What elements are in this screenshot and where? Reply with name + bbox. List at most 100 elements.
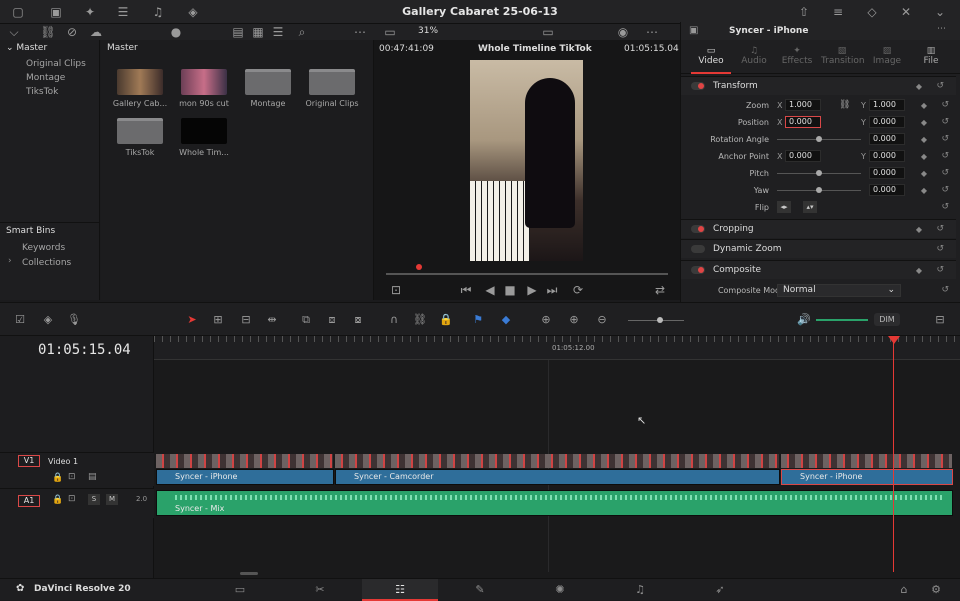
anchor-x-field[interactable]: 0.000: [785, 150, 821, 162]
track-display-icon[interactable]: ▤: [88, 472, 97, 482]
keyframe-icon[interactable]: ◆: [921, 131, 927, 148]
rotation-field[interactable]: 0.000: [869, 133, 905, 145]
edit-page-tab[interactable]: ☷: [362, 579, 438, 601]
bin-item[interactable]: Montage: [0, 71, 99, 85]
auto-select-icon[interactable]: ⊡: [68, 472, 76, 482]
keyframe-icon[interactable]: ◆: [921, 148, 927, 165]
zoom-custom-icon[interactable]: ⊖: [594, 313, 610, 327]
go-to-start-icon[interactable]: ⏮: [458, 282, 474, 298]
chevron-right-icon[interactable]: ›: [8, 256, 12, 266]
bin-folder[interactable]: Montage: [236, 69, 300, 108]
viewer-layout-icon[interactable]: ▭: [382, 24, 398, 40]
mute-button[interactable]: M: [106, 494, 118, 505]
keyframe-icon[interactable]: ◆: [921, 182, 927, 199]
video-clip-selected[interactable]: Syncer - iPhone: [781, 469, 953, 485]
media-page-icon[interactable]: ▭: [230, 583, 250, 597]
tab-file[interactable]: ▥ File: [911, 46, 951, 66]
linked-selection-icon[interactable]: ⛓: [412, 313, 428, 327]
mixer-icon[interactable]: ≡: [830, 4, 846, 20]
match-frame-icon[interactable]: ⇄: [652, 282, 668, 298]
position-x-field[interactable]: 0.000: [785, 116, 821, 128]
bin-master[interactable]: ⌄ Master: [0, 40, 99, 57]
composite-section[interactable]: Composite ◆ ↺: [681, 260, 956, 279]
playhead-handle[interactable]: [888, 336, 900, 344]
zoom-slider-handle[interactable]: [657, 317, 663, 323]
scrubber-handle[interactable]: [416, 264, 422, 270]
mixer-panel-icon[interactable]: ⊟: [932, 313, 948, 327]
reset-icon[interactable]: ↺: [941, 165, 949, 182]
track-id-v1[interactable]: V1: [18, 455, 40, 467]
transform-section[interactable]: Transform ◆ ↺: [681, 76, 956, 95]
dim-button[interactable]: DIM: [874, 313, 900, 326]
yaw-field[interactable]: 0.000: [869, 184, 905, 196]
solo-button[interactable]: S: [88, 494, 100, 505]
zoom-y-field[interactable]: 1.000: [869, 99, 905, 111]
metadata-icon[interactable]: ◇: [864, 4, 880, 20]
grid-view-icon[interactable]: ▦: [250, 24, 266, 40]
anchor-y-field[interactable]: 0.000: [869, 150, 905, 162]
speaker-icon[interactable]: 🔊: [796, 313, 812, 327]
video-clip[interactable]: Syncer - iPhone: [156, 469, 334, 485]
position-y-field[interactable]: 0.000: [869, 116, 905, 128]
stop-icon[interactable]: ■: [502, 282, 518, 298]
sidebar-toggle-icon[interactable]: ⌵: [6, 24, 22, 40]
lock-icon[interactable]: 🔒: [52, 473, 63, 483]
more-options-icon[interactable]: ⋯: [352, 24, 368, 40]
zoom-full-icon[interactable]: ⊕: [538, 313, 554, 327]
settings-gear-icon[interactable]: ⚙: [926, 583, 946, 597]
trim-tool-icon[interactable]: ⊞: [210, 313, 226, 327]
timeline-thumbnail[interactable]: Whole Tim...: [172, 118, 236, 157]
play-reverse-icon[interactable]: ◀: [482, 282, 498, 298]
keyframe-icon[interactable]: ◆: [916, 261, 922, 280]
dynamic-trim-icon[interactable]: ⇹: [264, 313, 280, 327]
slider-handle[interactable]: [816, 136, 822, 142]
zoom-detail-icon[interactable]: ⊕: [566, 313, 582, 327]
tab-video[interactable]: ▭ Video: [691, 46, 731, 66]
link-icon[interactable]: ⛓: [40, 24, 56, 40]
zoom-level[interactable]: 31%: [418, 26, 438, 36]
inspector-icon[interactable]: ✕: [898, 4, 914, 20]
section-toggle[interactable]: [691, 82, 705, 90]
upload-icon[interactable]: ⇧: [796, 4, 812, 20]
cropping-section[interactable]: Cropping ◆ ↺: [681, 219, 956, 238]
marker-icon[interactable]: ◆: [498, 313, 514, 327]
auto-select-icon[interactable]: ⊡: [68, 494, 76, 504]
reset-icon[interactable]: ↺: [941, 148, 949, 165]
link-icon[interactable]: ⛓: [839, 97, 850, 114]
reset-icon[interactable]: ↺: [936, 240, 944, 259]
section-toggle[interactable]: [691, 245, 705, 253]
reset-icon[interactable]: ↺: [941, 282, 949, 299]
snap-audio-icon[interactable]: ◈: [40, 313, 56, 327]
transform-icon[interactable]: ⊡: [388, 282, 404, 298]
timeline-selector[interactable]: Whole Timeline TikTok: [478, 44, 592, 54]
reset-icon[interactable]: ↺: [936, 261, 944, 280]
tab-audio[interactable]: ♫ Audio: [734, 46, 774, 66]
fairlight-page-icon[interactable]: ♫: [630, 583, 650, 597]
playhead[interactable]: [893, 336, 894, 572]
reset-icon[interactable]: ↺: [941, 97, 949, 114]
keyframe-icon[interactable]: ◆: [916, 220, 922, 239]
clip-thumbnail[interactable]: mon 90s cut: [172, 69, 236, 108]
thumb-size-slider[interactable]: ●: [168, 24, 184, 40]
reset-icon[interactable]: ↺: [941, 199, 949, 216]
bin-item[interactable]: Original Clips: [0, 57, 99, 71]
play-icon[interactable]: ▶: [524, 282, 540, 298]
keyframe-icon[interactable]: ◆: [916, 77, 922, 96]
snapping-icon[interactable]: ∩: [386, 313, 402, 327]
filter-icon[interactable]: ⊘: [64, 24, 80, 40]
fusion-page-icon[interactable]: ✎: [470, 583, 490, 597]
position-lock-icon[interactable]: 🔒: [438, 313, 454, 327]
tab-effects[interactable]: ✦ Effects: [777, 46, 817, 66]
reset-icon[interactable]: ↺: [936, 220, 944, 239]
slider-handle[interactable]: [816, 187, 822, 193]
bin-folder[interactable]: Original Clips: [300, 69, 364, 108]
tab-transition[interactable]: ▧ Transition: [821, 46, 865, 66]
slider-handle[interactable]: [816, 170, 822, 176]
flip-horizontal-icon[interactable]: ◂▸: [777, 201, 791, 213]
overwrite-clip-icon[interactable]: ⧈: [324, 313, 340, 327]
inspector-more-icon[interactable]: ⋯: [937, 24, 946, 34]
track-id-a1[interactable]: A1: [18, 495, 40, 507]
bin-folder[interactable]: TiksTok: [108, 118, 172, 157]
timeline-ruler[interactable]: 01:05:12.00: [154, 336, 960, 360]
flag-icon[interactable]: ⚑: [470, 313, 486, 327]
